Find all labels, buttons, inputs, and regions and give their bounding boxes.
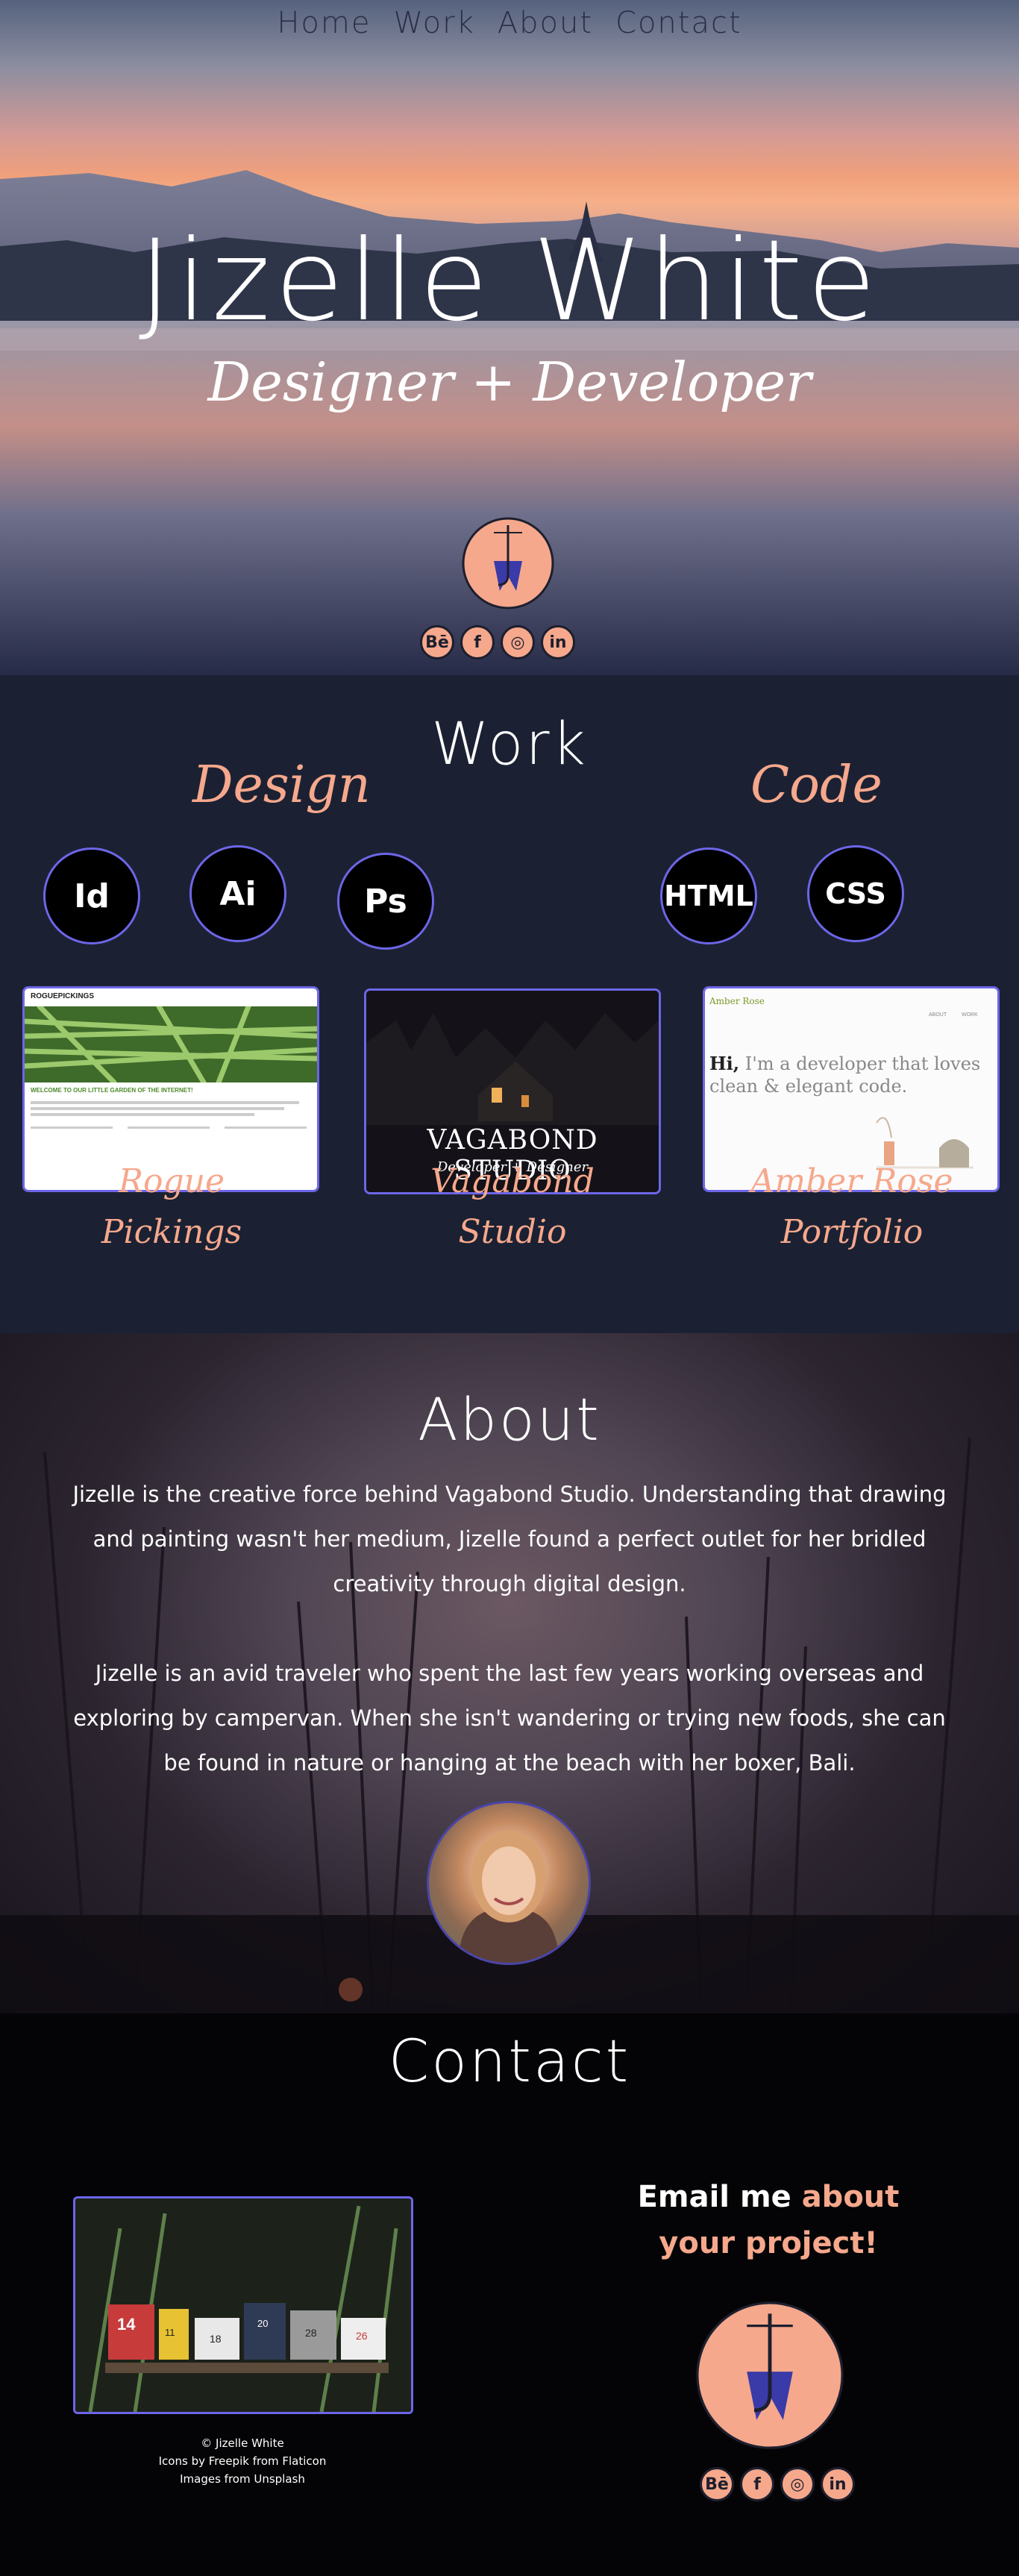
behance-icon[interactable]: Bē	[700, 2467, 734, 2501]
mailbox-number: 26	[356, 2330, 368, 2342]
rogue-pickings-label[interactable]: Rogue Pickings	[60, 1156, 283, 1258]
facebook-icon[interactable]: f	[460, 625, 495, 659]
design-heading: Design	[192, 756, 371, 815]
linkedin-icon[interactable]: in	[821, 2467, 855, 2501]
instagram-icon[interactable]: ◎	[780, 2467, 815, 2501]
email-prefix: Email me	[637, 2180, 791, 2214]
about-title: About	[418, 1387, 601, 1454]
about-paragraph-2: Jizelle is an avid traveler who spent th…	[73, 1661, 946, 1776]
hero-social-links: Bē f ◎ in	[420, 625, 575, 659]
jizelle-portrait-image	[427, 1801, 591, 1965]
project-label-line: Amber Rose	[750, 1162, 953, 1200]
email-highlight: about	[801, 2180, 900, 2214]
contact-section: Contact 14 11 18 20 28 26 © Jizelle Whit…	[0, 2014, 1019, 2576]
nav-contact-link[interactable]: Contact	[615, 6, 742, 51]
behance-icon[interactable]: Bē	[420, 625, 454, 659]
project-label-line: Studio	[458, 1213, 567, 1251]
rogue-welcome: WELCOME TO OUR LITTLE GARDEN OF THE INTE…	[31, 1087, 193, 1094]
code-heading: Code	[750, 756, 882, 815]
contact-title: Contact	[388, 2028, 631, 2096]
green-beans-image	[25, 1006, 317, 1082]
mailbox-number: 18	[210, 2333, 222, 2345]
main-nav: Home Work About Contact	[0, 6, 1019, 51]
email-highlight: your project!	[659, 2226, 878, 2260]
about-paragraph-1: Jizelle is the creative force behind Vag…	[72, 1482, 947, 1596]
mailbox-number: 28	[305, 2327, 317, 2339]
nav-about-link[interactable]: About	[498, 6, 593, 51]
mailboxes-image: 14 11 18 20 28 26	[73, 2196, 413, 2414]
instagram-icon[interactable]: ◎	[501, 625, 535, 659]
nav-work-link[interactable]: Work	[393, 6, 474, 51]
photoshop-skill-badge: Ps	[337, 853, 434, 950]
work-section: Work Design Code Id Ai Ps HTML CSS ROGUE…	[0, 675, 1019, 1333]
jw-logo-icon	[462, 517, 554, 609]
indesign-skill-badge: Id	[43, 847, 140, 944]
illustrator-skill-badge: Ai	[189, 845, 286, 942]
mailbox-number: 14	[117, 2315, 136, 2334]
icon-credit-text: Icons by Freepik from Flaticon	[158, 2454, 327, 2468]
facebook-icon[interactable]: f	[740, 2467, 774, 2501]
project-label-line: Rogue	[118, 1162, 225, 1200]
nav-home-link[interactable]: Home	[277, 6, 371, 51]
hero-title: Jizelle White	[138, 216, 881, 346]
project-label-line: Portfolio	[780, 1213, 924, 1251]
hero-subtitle: Designer + Developer	[207, 351, 812, 413]
hero-section: Jizelle White Designer + Developer Bē f …	[0, 0, 1019, 675]
project-label-line: Pickings	[101, 1213, 242, 1251]
css-skill-badge: CSS	[807, 845, 904, 942]
amber-rose-label[interactable]: Amber Rose Portfolio	[740, 1156, 964, 1258]
project-label-line: Vagabond	[430, 1162, 595, 1200]
email-me-link[interactable]: Email me about your project!	[619, 2174, 918, 2266]
jw-logo-icon	[696, 2301, 844, 2449]
rogue-brand: ROGUEPICKINGS	[31, 992, 95, 1000]
html-skill-badge: HTML	[660, 847, 757, 944]
image-credit-text: Images from Unsplash	[180, 2472, 305, 2486]
linkedin-icon[interactable]: in	[541, 625, 575, 659]
copyright-text: © Jizelle White	[201, 2436, 284, 2450]
mailbox-number: 20	[257, 2318, 269, 2329]
mailbox-number: 11	[165, 2327, 175, 2338]
contact-social-links: Bē f ◎ in	[700, 2467, 855, 2501]
about-section: About Jizelle is the creative force behi…	[0, 1333, 1019, 2014]
vagabond-studio-label[interactable]: Vagabond Studio	[401, 1156, 624, 1258]
